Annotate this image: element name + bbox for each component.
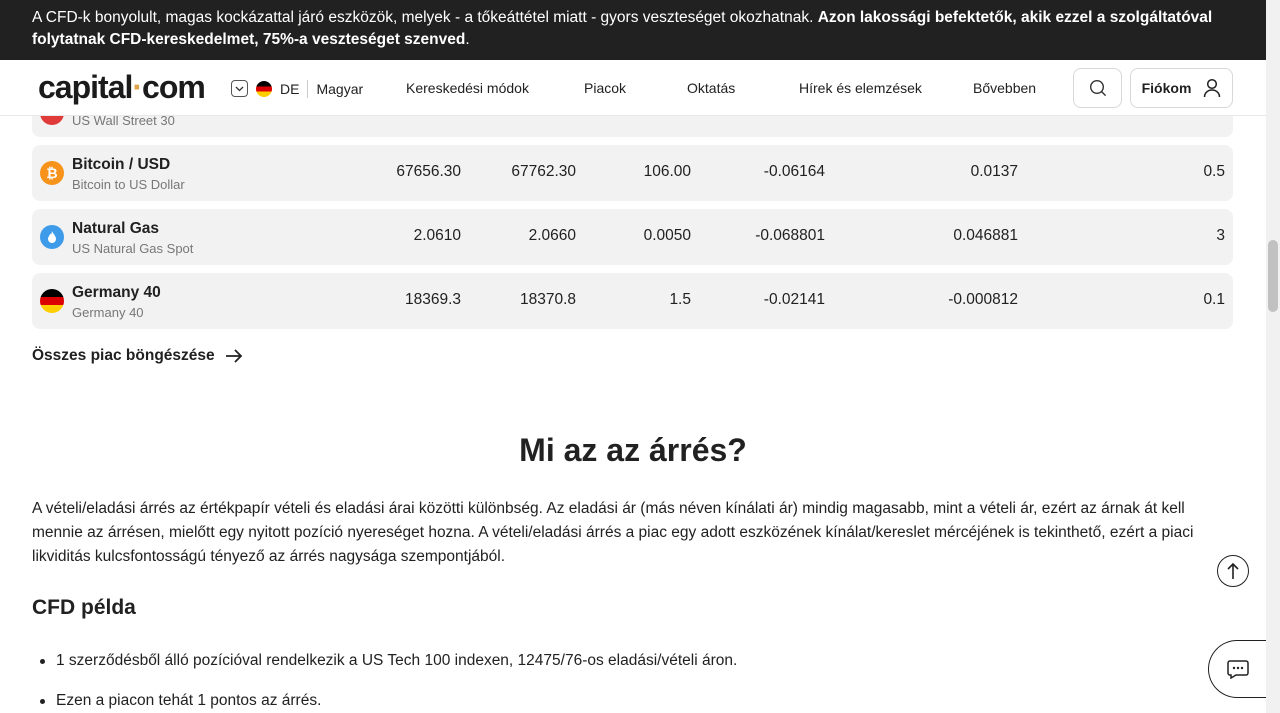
section-title: Mi az az árrés? <box>519 432 747 468</box>
account-button[interactable]: Fiókom <box>1130 68 1233 108</box>
risk-warning-text: A CFD-k bonyolult, magas kockázattal jár… <box>32 9 818 26</box>
divider <box>307 79 309 98</box>
buy-price: 67762.30 <box>511 163 576 180</box>
min-size: 0.5 <box>1203 163 1225 180</box>
instrument-name: Germany 40 <box>72 284 161 301</box>
nav-news-analysis[interactable]: Hírek és elemzések <box>799 80 922 96</box>
nav-more[interactable]: Bővebben <box>973 80 1036 96</box>
min-size: 3 <box>1216 227 1225 244</box>
sell-price: 2.0610 <box>413 227 461 244</box>
nav-education[interactable]: Oktatás <box>687 80 735 96</box>
arrow-up-icon <box>1227 562 1239 579</box>
spread-value: 106.00 <box>643 163 691 180</box>
germany-flag-icon <box>40 289 64 313</box>
search-icon <box>1089 79 1106 97</box>
risk-warning-banner: A CFD-k bonyolult, magas kockázattal jár… <box>0 0 1266 60</box>
user-icon <box>1204 78 1221 98</box>
table-row[interactable]: ₿ Bitcoin / USD Bitcoin to US Dollar 676… <box>32 145 1233 201</box>
capital-com-logo[interactable]: capital·com <box>38 69 206 106</box>
chevron-down-icon <box>231 80 248 97</box>
language-label: Magyar <box>316 80 364 97</box>
buy-price: 2.0660 <box>528 227 576 244</box>
nav-trading-modes[interactable]: Kereskedési módok <box>406 80 529 96</box>
account-label: Fiókom <box>1141 80 1192 96</box>
country-code: DE <box>280 80 300 97</box>
list-item: Ezen a piacon tehát 1 pontos az árrés. <box>32 690 1192 713</box>
chat-icon <box>1226 660 1249 679</box>
nav-markets[interactable]: Piacok <box>584 80 626 96</box>
long-swap: -0.068801 <box>755 227 825 244</box>
instrument-name: Natural Gas <box>72 220 160 237</box>
arrow-right-icon <box>225 349 242 363</box>
scrollbar-thumb[interactable] <box>1268 240 1278 312</box>
language-selector[interactable]: DE Magyar <box>231 79 364 98</box>
spread-value: 0.0050 <box>643 227 691 244</box>
flame-icon <box>40 225 64 249</box>
sell-price: 18369.3 <box>404 291 461 308</box>
instrument-subtitle: Germany 40 <box>72 305 144 320</box>
instrument-subtitle: Bitcoin to US Dollar <box>72 177 185 192</box>
germany-flag-icon <box>256 80 272 97</box>
risk-warning-tail: . <box>465 31 470 48</box>
browse-all-markets-link[interactable]: Összes piac böngészése <box>32 347 243 365</box>
chat-button[interactable] <box>1208 640 1266 698</box>
min-size: 0.1 <box>1203 291 1225 308</box>
browse-label: Összes piac böngészése <box>32 347 215 364</box>
bitcoin-icon: ₿ <box>40 161 64 185</box>
short-swap: 0.0137 <box>970 163 1018 180</box>
short-swap: -0.000812 <box>948 291 1018 308</box>
instrument-subtitle: US Natural Gas Spot <box>72 241 194 256</box>
search-button[interactable] <box>1073 68 1122 108</box>
spread-value: 1.5 <box>669 291 691 308</box>
list-item: 1 szerződésből álló pozícióval rendelkez… <box>32 650 1192 690</box>
instrument-name: Bitcoin / USD <box>72 156 171 173</box>
sell-price: 67656.30 <box>396 163 461 180</box>
buy-price: 18370.8 <box>519 291 576 308</box>
table-row[interactable]: Natural Gas US Natural Gas Spot 2.0610 2… <box>32 209 1233 265</box>
long-swap: -0.02141 <box>763 291 825 308</box>
short-swap: 0.046881 <box>953 227 1018 244</box>
scrollbar[interactable] <box>1266 0 1280 713</box>
section-subtitle: CFD példa <box>32 596 136 619</box>
table-row[interactable]: Germany 40 Germany 40 18369.3 18370.8 1.… <box>32 273 1233 329</box>
long-swap: -0.06164 <box>763 163 825 180</box>
section-paragraph: A vételi/eladási árrés az értékpapír vét… <box>32 500 1194 565</box>
example-list: 1 szerződésből álló pozícióval rendelkez… <box>32 650 1192 713</box>
scroll-to-top-button[interactable] <box>1217 555 1249 587</box>
